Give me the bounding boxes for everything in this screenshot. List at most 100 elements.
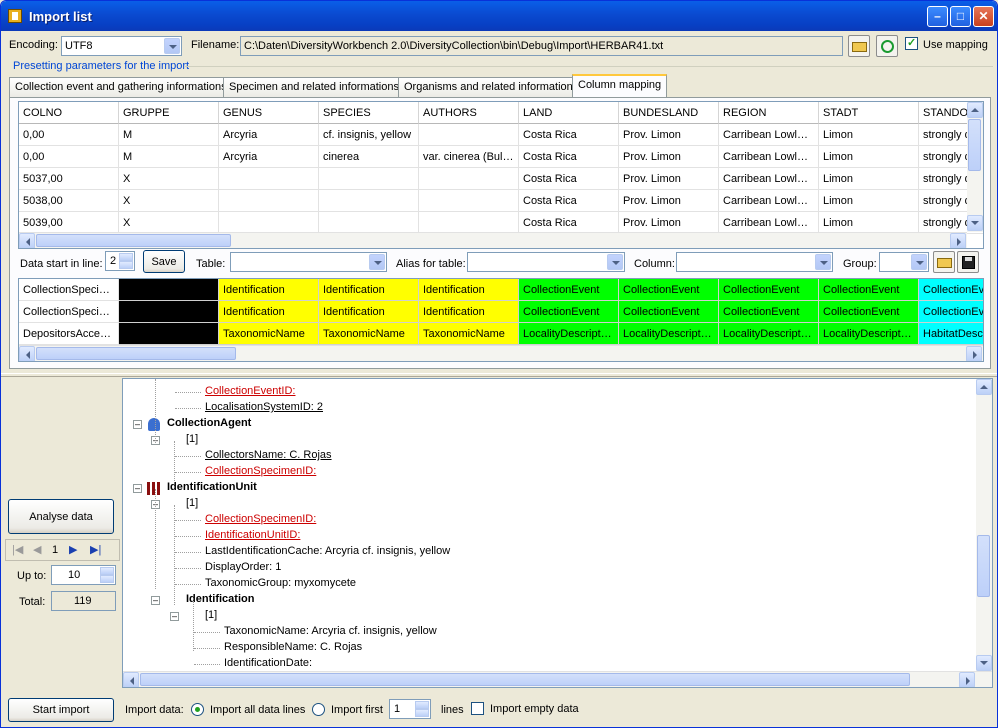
collapse-icon[interactable]: – bbox=[133, 420, 142, 429]
scroll-right-icon[interactable] bbox=[959, 672, 975, 687]
mapping-cell[interactable] bbox=[119, 279, 219, 301]
data-cell[interactable] bbox=[419, 190, 519, 212]
use-mapping-checkbox[interactable] bbox=[905, 36, 918, 50]
mapping-cell[interactable]: CollectionEvent bbox=[719, 279, 819, 301]
next-record-icon[interactable]: ▶ bbox=[69, 543, 77, 556]
data-cell[interactable] bbox=[419, 168, 519, 190]
mapping-cell[interactable]: LocalityDescription bbox=[619, 323, 719, 345]
mapping-cell[interactable]: CollectionEvent bbox=[819, 279, 919, 301]
spinner-up-icon[interactable] bbox=[119, 253, 133, 261]
scroll-left-icon[interactable] bbox=[19, 233, 35, 248]
alias-select[interactable] bbox=[467, 252, 625, 272]
mapping-cell[interactable]: Identification bbox=[419, 301, 519, 323]
data-cell[interactable]: Prov. Limon bbox=[619, 146, 719, 168]
mapping-cell[interactable]: CollectionEv bbox=[919, 279, 983, 301]
mapping-cell[interactable]: CollectionEvent bbox=[619, 279, 719, 301]
data-cell[interactable]: Arcyria bbox=[219, 146, 319, 168]
data-cell[interactable]: Prov. Limon bbox=[619, 168, 719, 190]
tree-node[interactable]: CollectionSpecimenID: bbox=[205, 513, 316, 525]
data-cell[interactable]: Carribean Lowlan... bbox=[719, 146, 819, 168]
data-cell[interactable]: X bbox=[119, 212, 219, 234]
data-cell[interactable]: Arcyria bbox=[219, 124, 319, 146]
tree-node[interactable]: DisplayOrder: 1 bbox=[205, 561, 281, 573]
data-cell[interactable]: X bbox=[119, 190, 219, 212]
data-cell[interactable]: M bbox=[119, 124, 219, 146]
column-header[interactable]: AUTHORS bbox=[419, 102, 519, 124]
data-cell[interactable]: cinerea bbox=[319, 146, 419, 168]
maximize-button[interactable]: □ bbox=[950, 6, 971, 27]
splitter[interactable] bbox=[1, 373, 997, 377]
reload-button[interactable] bbox=[876, 35, 898, 57]
data-cell[interactable] bbox=[319, 212, 419, 234]
import-first-radio[interactable] bbox=[312, 703, 325, 716]
data-cell[interactable]: 5037,00 bbox=[19, 168, 119, 190]
column-header[interactable]: COLNO bbox=[19, 102, 119, 124]
mapping-cell[interactable]: LocalityDescription bbox=[819, 323, 919, 345]
data-cell[interactable]: Costa Rica bbox=[519, 168, 619, 190]
data-cell[interactable] bbox=[219, 168, 319, 190]
group-select[interactable] bbox=[879, 252, 929, 272]
mapping-cell[interactable]: LocalityDescription bbox=[519, 323, 619, 345]
data-cell[interactable]: cf. insignis, yellow bbox=[319, 124, 419, 146]
tab-collection-event[interactable]: Collection event and gathering informati… bbox=[9, 77, 233, 97]
mapping-cell[interactable]: TaxonomicName bbox=[319, 323, 419, 345]
scroll-right-icon[interactable] bbox=[966, 346, 982, 361]
data-cell[interactable]: Limon bbox=[819, 124, 919, 146]
spinner-down-icon[interactable] bbox=[119, 261, 133, 269]
data-cell[interactable]: Limon bbox=[819, 212, 919, 234]
horizontal-scrollbar[interactable] bbox=[19, 232, 967, 248]
data-cell[interactable] bbox=[319, 168, 419, 190]
mapping-cell[interactable]: CollectionEvent bbox=[619, 301, 719, 323]
chevron-down-icon[interactable] bbox=[607, 254, 623, 270]
data-cell[interactable]: M bbox=[119, 146, 219, 168]
data-cell[interactable]: 0,00 bbox=[19, 146, 119, 168]
last-record-icon[interactable]: ▶| bbox=[90, 543, 101, 556]
mapping-cell[interactable]: TaxonomicName bbox=[419, 323, 519, 345]
data-cell[interactable]: Prov. Limon bbox=[619, 212, 719, 234]
tree-node[interactable]: [1] bbox=[186, 433, 198, 445]
data-cell[interactable]: X bbox=[119, 168, 219, 190]
previous-record-icon[interactable]: ◀ bbox=[33, 543, 41, 556]
import-preview-tree[interactable]: CollectionEventID: LocalisationSystemID: … bbox=[122, 378, 993, 688]
data-cell[interactable] bbox=[319, 190, 419, 212]
mapping-grid[interactable]: CollectionSpecim... Identification Identif… bbox=[18, 278, 984, 362]
data-cell[interactable]: Costa Rica bbox=[519, 124, 619, 146]
tree-node[interactable]: [1] bbox=[186, 497, 198, 509]
mapping-cell[interactable]: CollectionSpecim... bbox=[19, 279, 119, 301]
spinner-up-icon[interactable] bbox=[100, 567, 114, 575]
tab-organisms[interactable]: Organisms and related informations bbox=[398, 77, 585, 97]
mapping-cell[interactable] bbox=[119, 323, 219, 345]
column-header[interactable]: REGION bbox=[719, 102, 819, 124]
horizontal-scrollbar[interactable] bbox=[19, 345, 983, 361]
data-cell[interactable]: Carribean Lowlan... bbox=[719, 124, 819, 146]
mapping-cell[interactable]: TaxonomicName bbox=[219, 323, 319, 345]
close-button[interactable]: ✕ bbox=[973, 6, 994, 27]
mapping-cell[interactable]: Identification bbox=[219, 301, 319, 323]
data-cell[interactable]: var. cinerea (Bull.... bbox=[419, 146, 519, 168]
mapping-cell[interactable]: CollectionEvent bbox=[519, 279, 619, 301]
data-cell[interactable]: Prov. Limon bbox=[619, 190, 719, 212]
collapse-icon[interactable]: – bbox=[170, 612, 179, 621]
vertical-scrollbar[interactable] bbox=[967, 102, 983, 232]
first-record-icon[interactable]: |◀ bbox=[12, 543, 23, 556]
mapping-cell[interactable]: Identification bbox=[319, 279, 419, 301]
scroll-thumb[interactable] bbox=[140, 673, 910, 686]
data-cell[interactable]: Carribean Lowlan... bbox=[719, 168, 819, 190]
scroll-thumb[interactable] bbox=[968, 119, 981, 171]
column-header[interactable]: BUNDESLAND bbox=[619, 102, 719, 124]
up-to-spinner[interactable]: 10 bbox=[51, 565, 116, 585]
data-cell[interactable]: Costa Rica bbox=[519, 146, 619, 168]
import-first-spinner[interactable]: 1 bbox=[389, 699, 431, 719]
mapping-cell[interactable]: CollectionSpecim... bbox=[19, 301, 119, 323]
tree-node[interactable]: CollectorsName: C. Rojas bbox=[205, 449, 332, 461]
mapping-cell[interactable]: Identification bbox=[419, 279, 519, 301]
data-start-spinner[interactable]: 2 bbox=[105, 251, 135, 271]
data-cell[interactable]: 0,00 bbox=[19, 124, 119, 146]
mapping-cell[interactable]: HabitatDesc bbox=[919, 323, 983, 345]
data-cell[interactable]: Limon bbox=[819, 146, 919, 168]
spinner-down-icon[interactable] bbox=[415, 709, 429, 717]
column-header[interactable]: GRUPPE bbox=[119, 102, 219, 124]
scroll-thumb[interactable] bbox=[36, 347, 236, 360]
data-cell[interactable] bbox=[419, 124, 519, 146]
data-cell[interactable]: Carribean Lowlan... bbox=[719, 212, 819, 234]
